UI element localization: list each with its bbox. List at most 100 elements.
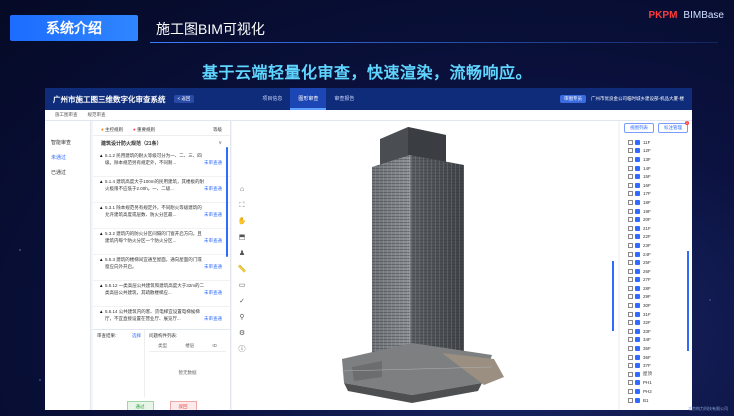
rule-item[interactable]: ▲ 5.1.4 建筑高度大于100m的民用建筑，其楼板的耐火极限不应低于2.00h… <box>93 177 230 203</box>
rule-status-link[interactable]: 未审查通 <box>204 238 222 245</box>
rule-status-link[interactable]: 未审查通 <box>204 212 222 219</box>
expand-box[interactable] <box>628 242 633 248</box>
rule-item[interactable]: ▲ 5.5.3 建筑的楼梯间宜通至屋面，通向屋面的门或窗应向外开启。 未审查通 <box>93 255 230 281</box>
floor-checkbox[interactable] <box>635 251 640 257</box>
select-link[interactable]: 选择 <box>132 333 141 339</box>
expand-box[interactable] <box>628 277 633 283</box>
floor-checkbox[interactable] <box>635 260 640 266</box>
tab-graphic-review[interactable]: 图形审查 <box>290 88 327 110</box>
expand-box[interactable] <box>628 208 633 214</box>
floor-checkbox[interactable] <box>635 285 640 291</box>
floor-checkbox[interactable] <box>635 139 640 145</box>
expand-box[interactable] <box>628 174 633 180</box>
expand-box[interactable] <box>628 320 633 326</box>
floor-checkbox[interactable] <box>635 277 640 283</box>
floor-checkbox[interactable] <box>635 148 640 154</box>
expand-box[interactable] <box>628 234 633 240</box>
floor-item[interactable]: 14F <box>628 164 692 173</box>
rule-status-link[interactable]: 未审查通 <box>204 186 222 193</box>
role-badge[interactable]: 审图专员 <box>560 95 586 103</box>
floor-item[interactable]: 27F <box>628 276 692 285</box>
floor-item[interactable]: 26F <box>628 267 692 276</box>
floor-item[interactable]: 34F <box>628 336 692 345</box>
pass-button[interactable]: 通过 <box>126 401 154 410</box>
floor-checkbox[interactable] <box>635 191 640 197</box>
expand-box[interactable] <box>628 294 633 300</box>
floor-checkbox[interactable] <box>635 294 640 300</box>
floor-checkbox[interactable] <box>635 174 640 180</box>
expand-box[interactable] <box>628 182 633 188</box>
nav-item-smart-review[interactable]: 智能审查 <box>45 135 90 150</box>
floor-checkbox[interactable] <box>635 397 640 403</box>
nav-item-failed[interactable]: 未通过 <box>45 150 90 165</box>
rule-status-link[interactable]: 未审查通 <box>204 264 222 271</box>
expand-box[interactable] <box>628 285 633 291</box>
expand-box[interactable] <box>628 165 633 171</box>
expand-box[interactable] <box>628 191 633 197</box>
nav-item-passed[interactable]: 已通过 <box>45 165 90 180</box>
floor-item[interactable]: 29F <box>628 293 692 302</box>
floor-item[interactable]: 13F <box>628 155 692 164</box>
floor-item[interactable]: 16F <box>628 181 692 190</box>
floor-item[interactable]: 23F <box>628 241 692 250</box>
breadcrumb-item[interactable]: 施工图审查 <box>55 112 78 118</box>
floor-checkbox[interactable] <box>635 225 640 231</box>
rule-item[interactable]: ▲ 5.3.1 除本规范另有规定外，不同耐火等级建筑的允许建筑高度或层数、防火分区… <box>93 203 230 229</box>
floor-checkbox[interactable] <box>635 182 640 188</box>
expand-box[interactable] <box>628 354 633 360</box>
floor-checkbox[interactable] <box>635 311 640 317</box>
floor-item[interactable]: 24F <box>628 250 692 259</box>
expand-box[interactable] <box>628 199 633 205</box>
floor-item[interactable]: B1 <box>628 396 692 405</box>
floor-checkbox[interactable] <box>635 208 640 214</box>
rule-item[interactable]: ▲ 5.3.2 建筑内的防火分区间隔的门窗开启方向，且建筑内每个防火分区一个防火分… <box>93 229 230 255</box>
floor-item[interactable]: 屋顶 <box>628 370 692 379</box>
expand-box[interactable] <box>628 371 633 377</box>
expand-box[interactable] <box>628 337 633 343</box>
floor-item[interactable]: 25F <box>628 258 692 267</box>
filter-main-rules[interactable]: ● 主控规则 <box>101 127 123 133</box>
floor-checkbox[interactable] <box>635 156 640 162</box>
expand-box[interactable] <box>628 225 633 231</box>
floor-checkbox[interactable] <box>635 268 640 274</box>
floor-item[interactable]: 19F <box>628 207 692 216</box>
expand-box[interactable] <box>628 346 633 352</box>
floor-item[interactable]: 22F <box>628 233 692 242</box>
floor-item[interactable]: 31F <box>628 310 692 319</box>
floor-item[interactable]: 21F <box>628 224 692 233</box>
floor-checkbox[interactable] <box>635 354 640 360</box>
rule-item[interactable]: ▲ 5.5.14 公共建筑内的客、货电梯宜设置电梯候梯厅，不宜直接设置在营业厅、展… <box>93 307 230 329</box>
scrollbar[interactable] <box>612 261 614 331</box>
floor-item[interactable]: PH1 <box>628 379 692 388</box>
floor-checkbox[interactable] <box>635 389 640 395</box>
rule-group-header[interactable]: 建筑设计防火规范（21条） ∨ <box>93 135 230 151</box>
rule-status-link[interactable]: 未审查通 <box>204 290 222 297</box>
tab-review-report[interactable]: 审查报告 <box>326 88 362 110</box>
expand-box[interactable] <box>628 397 633 403</box>
expand-box[interactable] <box>628 380 633 386</box>
tab-project-info[interactable]: 项目信息 <box>254 88 290 110</box>
rule-status-link[interactable]: 未审查通 <box>204 160 222 167</box>
floor-checkbox[interactable] <box>635 199 640 205</box>
expand-box[interactable] <box>628 148 633 154</box>
floor-checkbox[interactable] <box>635 371 640 377</box>
floor-checkbox[interactable] <box>635 380 640 386</box>
expand-box[interactable] <box>628 260 633 266</box>
floor-checkbox[interactable] <box>635 337 640 343</box>
expand-box[interactable] <box>628 311 633 317</box>
floor-item[interactable]: 12F <box>628 147 692 156</box>
expand-box[interactable] <box>628 268 633 274</box>
scrollbar[interactable] <box>687 251 689 351</box>
expand-box[interactable] <box>628 251 633 257</box>
floor-item[interactable]: 33F <box>628 327 692 336</box>
building-model[interactable] <box>232 121 618 410</box>
floor-checkbox[interactable] <box>635 363 640 369</box>
rule-item[interactable]: ▲ 5.1.2 民用建筑的耐火等级可分为一、二、三、四级。除本规范另有规定外，不同… <box>93 151 230 177</box>
rule-item[interactable]: ▲ 5.5.12 一类高层公共建筑和建筑高度大于32m的二类高层公共建筑，其疏散楼… <box>93 281 230 307</box>
floor-item[interactable]: PH2 <box>628 387 692 396</box>
floor-item[interactable]: 20F <box>628 215 692 224</box>
annotation-button[interactable]: 标注管理 1 <box>658 121 689 133</box>
view-list-button[interactable]: 视图列表 <box>624 123 654 133</box>
model-viewer[interactable]: ⌂ ⛶ ✋ ⬒ ♟ 📏 ▭ ✓ ⚲ ⚙ ⓘ <box>232 121 618 410</box>
breadcrumb-item[interactable]: 规范审查 <box>88 112 106 118</box>
